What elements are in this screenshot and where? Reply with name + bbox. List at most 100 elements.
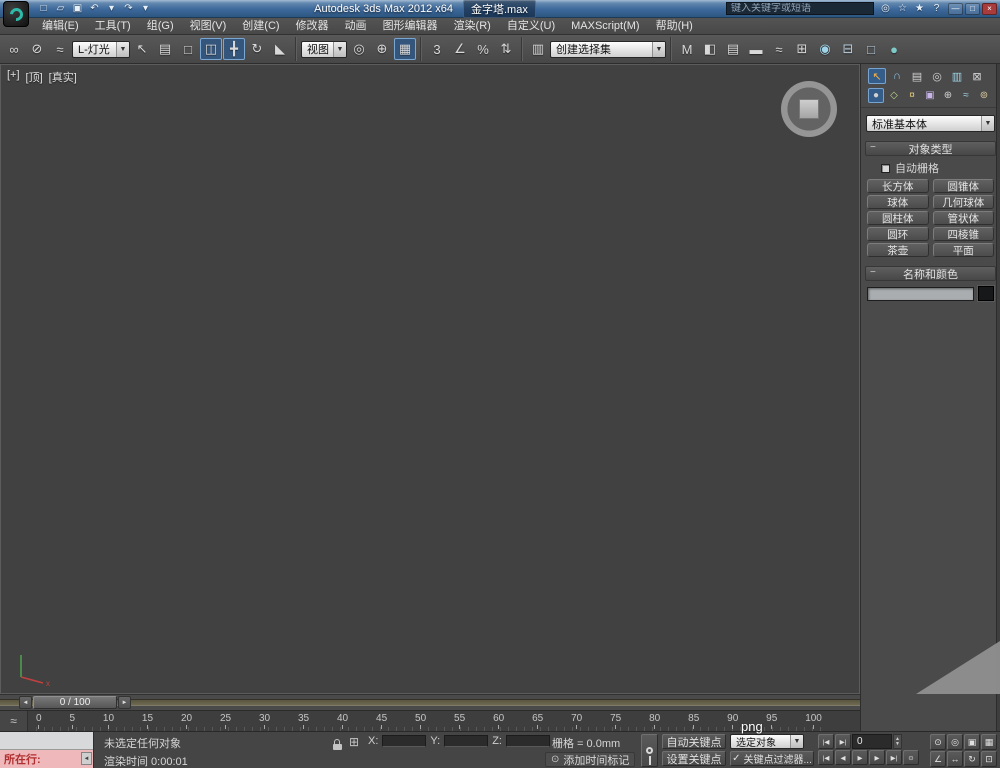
primitive-category-dropdown[interactable]: 标准基本体 ▼ (866, 115, 995, 132)
communication-center-icon[interactable]: ☆ (895, 2, 910, 16)
previous-key-icon[interactable]: |◀ (818, 734, 834, 749)
category-shapes-icon[interactable]: ◇ (886, 88, 902, 103)
time-slider-handle[interactable]: 0 / 100 (33, 696, 117, 709)
mini-curve-editor-button[interactable]: ≈ (0, 711, 28, 731)
primitive-plane-button[interactable]: 平面 (932, 243, 994, 257)
percent-snap-icon[interactable]: % (472, 38, 494, 60)
tab-utilities-icon[interactable]: ⊠ (968, 68, 986, 84)
key-mode-toggle-icon[interactable]: ⊙ (903, 750, 919, 765)
bind-to-space-warp-icon[interactable]: ≈ (49, 38, 71, 60)
listener-scroll-icon[interactable]: ◄ (81, 752, 92, 765)
key-filters-button[interactable]: ✓ 关键点过滤器... (730, 751, 814, 766)
undo-dropdown-icon[interactable]: ▾ (104, 2, 119, 16)
time-slider[interactable]: ◄ 0 / 100 ► (0, 694, 860, 710)
listener-script-row[interactable]: 所在行: ◄ (0, 750, 93, 768)
menu-group[interactable]: 组(G) (139, 18, 182, 35)
use-pivot-center-icon[interactable]: ◎ (348, 38, 370, 60)
current-frame-input[interactable]: 0 (852, 734, 892, 749)
category-helpers-icon[interactable]: ⊕ (940, 88, 956, 103)
menu-edit[interactable]: 编辑(E) (34, 18, 87, 35)
menu-animation[interactable]: 动画 (337, 18, 375, 35)
primitive-geosphere-button[interactable]: 几何球体 (932, 195, 994, 209)
angle-snap-icon[interactable]: ∠ (449, 38, 471, 60)
mirror-icon[interactable]: M (676, 38, 698, 60)
zoom-all-icon[interactable]: ◎ (947, 734, 963, 750)
select-and-manipulate-icon[interactable]: ⊕ (371, 38, 393, 60)
viewcube-top-face[interactable] (799, 99, 819, 119)
add-time-tag-button[interactable]: ⊙ 添加时间标记 (545, 752, 636, 767)
menu-graph-editors[interactable]: 图形编辑器 (375, 18, 446, 35)
category-systems-icon[interactable]: ⊚ (976, 88, 992, 103)
selection-lock-icon[interactable] (330, 736, 344, 750)
tab-display-icon[interactable]: ▥ (948, 68, 966, 84)
maximize-button[interactable]: □ (965, 2, 980, 15)
zoom-icon[interactable]: ⊙ (930, 734, 946, 750)
material-editor-icon[interactable]: ◉ (814, 38, 836, 60)
set-keys-button[interactable] (641, 734, 658, 767)
maxscript-mini-listener[interactable]: 所在行: ◄ (0, 732, 94, 768)
primitive-box-button[interactable]: 长方体 (867, 179, 929, 193)
zoom-extents-icon[interactable]: ▣ (964, 734, 980, 750)
orbit-icon[interactable]: ↻ (964, 751, 980, 767)
unlink-selection-icon[interactable]: ⊘ (26, 38, 48, 60)
previous-frame-icon[interactable]: ◀ (835, 750, 851, 765)
reference-coordinate-dropdown[interactable]: 视图 ▼ (301, 40, 347, 58)
primitive-cone-button[interactable]: 圆锥体 (932, 179, 994, 193)
named-selection-sets-dropdown[interactable]: 创建选择集 ▼ (550, 40, 666, 58)
primitive-tube-button[interactable]: 管状体 (932, 211, 994, 225)
y-coordinate-input[interactable] (444, 735, 489, 747)
tab-create-icon[interactable]: ↖ (868, 68, 886, 84)
layer-manager-icon[interactable]: ▤ (722, 38, 744, 60)
rendered-frame-icon[interactable]: □ (860, 38, 882, 60)
infocenter-search-icon[interactable]: ◎ (878, 2, 893, 16)
play-animation-icon[interactable]: ▶ (852, 750, 868, 765)
primitive-torus-button[interactable]: 圆环 (867, 227, 929, 241)
next-key-icon[interactable]: ▶| (835, 734, 851, 749)
selection-filter-dropdown[interactable]: L-灯光 ▼ (72, 40, 130, 58)
infocenter-search-input[interactable] (726, 2, 874, 15)
menu-rendering[interactable]: 渲染(R) (446, 18, 499, 35)
align-icon[interactable]: ◧ (699, 38, 721, 60)
panel-scrollbar[interactable] (996, 64, 1000, 731)
render-setup-icon[interactable]: ⊟ (837, 38, 859, 60)
primitive-teapot-button[interactable]: 茶壶 (867, 243, 929, 257)
tab-modify-icon[interactable]: ∩ (888, 68, 906, 84)
frame-spinner[interactable]: ▲ ▼ (893, 734, 902, 749)
goto-end-icon[interactable]: ▶| (886, 750, 902, 765)
viewport[interactable]: [+] [顶] [真实] x (0, 64, 860, 694)
absolute-offset-toggle-icon[interactable]: ⊞ (349, 735, 359, 749)
menu-maxscript[interactable]: MAXScript(M) (563, 18, 647, 35)
menu-views[interactable]: 视图(V) (182, 18, 235, 35)
select-and-link-icon[interactable]: ∞ (3, 38, 25, 60)
time-slider-prev-icon[interactable]: ◄ (19, 696, 32, 709)
maximize-viewport-toggle-icon[interactable]: ⊡ (981, 751, 997, 767)
render-production-icon[interactable]: ● (883, 38, 905, 60)
open-file-icon[interactable]: ▱ (53, 2, 68, 16)
viewport-pov-menu[interactable]: [顶] (26, 69, 43, 85)
snap-toggle-3d-icon[interactable]: 3 (426, 38, 448, 60)
minimize-button[interactable]: — (948, 2, 963, 15)
schematic-view-icon[interactable]: ⊞ (791, 38, 813, 60)
save-file-icon[interactable]: ▣ (70, 2, 85, 16)
auto-key-button[interactable]: 自动关键点 (662, 734, 726, 749)
favorites-icon[interactable]: ★ (912, 2, 927, 16)
select-and-move-icon[interactable]: ╋ (223, 38, 245, 60)
new-file-icon[interactable]: □ (36, 2, 51, 16)
edit-named-sets-icon[interactable]: ▥ (527, 38, 549, 60)
zoom-extents-all-icon[interactable]: ▦ (981, 734, 997, 750)
next-frame-icon[interactable]: ▶ (869, 750, 885, 765)
select-by-name-icon[interactable]: ▤ (154, 38, 176, 60)
redo-dropdown-icon[interactable]: ▾ (138, 2, 153, 16)
menu-create[interactable]: 创建(C) (234, 18, 287, 35)
selection-set-dropdown[interactable]: 选定对象 ▼ (730, 734, 804, 749)
close-button[interactable]: × (982, 2, 997, 15)
application-menu-button[interactable] (3, 1, 29, 27)
select-and-rotate-icon[interactable]: ↻ (246, 38, 268, 60)
redo-icon[interactable]: ↷ (121, 2, 136, 16)
field-of-view-icon[interactable]: ∠ (930, 751, 946, 767)
category-lights-icon[interactable]: ¤ (904, 88, 920, 103)
window-crossing-icon[interactable]: ◫ (200, 38, 222, 60)
name-color-rollout-header[interactable]: − 名称和颜色 (865, 266, 996, 281)
tab-motion-icon[interactable]: ◎ (928, 68, 946, 84)
viewport-general-menu[interactable]: [+] (7, 69, 20, 85)
